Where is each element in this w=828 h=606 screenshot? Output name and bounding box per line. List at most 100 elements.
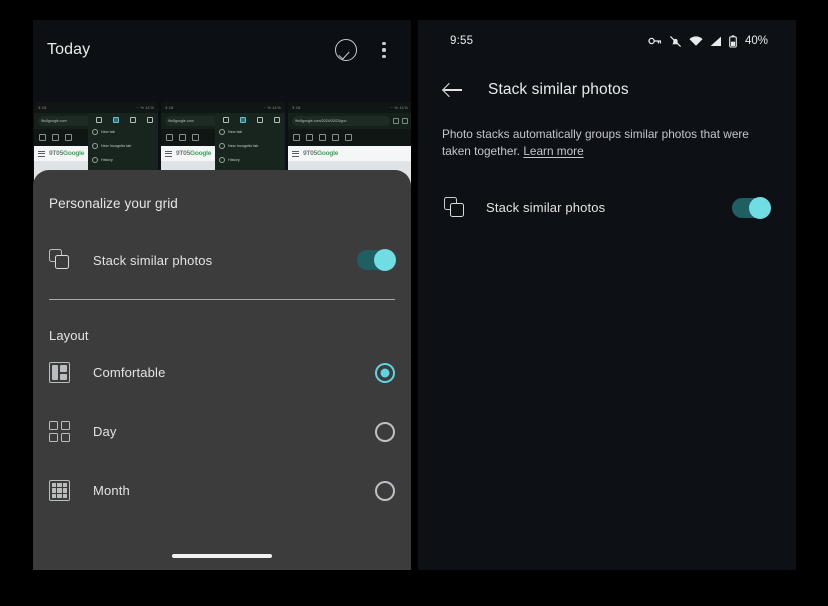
thumb-menu-label: New Incognito tab [228,144,258,148]
thumb-toolbar-icon [39,134,46,141]
thumb-status-time: 3:18 [292,105,301,110]
thumb-menu-toprow [88,113,158,125]
detail-page-title: Stack similar photos [488,81,629,99]
signal-icon [710,36,722,47]
thumb-menu-item: History [88,153,158,167]
thumb-status-bar: 3:18 ~ % 41% [161,102,285,113]
thumb-toolbar-icon [52,134,59,141]
stack-photos-icon [49,249,71,271]
thumb-site-brand: 9T05Google [303,150,338,157]
thumb-menu-info-icon [274,117,280,123]
thumb-menu-item: New tab [215,125,285,139]
history-icon [92,157,98,163]
layout-option-label: Comfortable [93,365,375,380]
thumb-url-pill: 9to5google.com/2024/02/23/goo [292,116,390,126]
thumb-menu-label: History [101,158,113,162]
battery-icon [729,35,737,48]
thumb-status-icons: ~ % 41% [136,105,154,110]
stack-similar-photos-label: Stack similar photos [486,200,732,215]
thumb-status-icons: ~ % 41% [263,105,281,110]
thumb-menu-star-icon [240,117,246,123]
thumb-site-brand: 9T05Google [176,150,211,157]
learn-more-link[interactable]: Learn more [523,144,583,158]
thumb-toolbar-icon [293,134,300,141]
thumb-url-text: 9to5google.com [41,119,67,123]
thumb-status-time: 3:18 [38,105,47,110]
thumb-toolbar-icon [332,134,339,141]
layout-radio-comfortable[interactable] [375,363,395,383]
thumb-menu-info-icon [147,117,153,123]
layout-radio-month[interactable] [375,481,395,501]
status-bar-time: 9:55 [450,35,648,47]
sheet-title: Personalize your grid [47,170,397,211]
photos-app-bar: Today [33,20,411,80]
thumb-toolbar [288,129,411,146]
thumb-status-bar: 3:18 ~ % 41% [34,102,158,113]
status-bar-icons: 40% [648,35,768,48]
thumb-menu-toprow [215,113,285,125]
thumb-menu-item: New Incognito tab [88,139,158,153]
thumb-menu-item: History [215,153,285,167]
row-leading-icon [49,362,93,383]
thumb-toolbar-icon [65,134,72,141]
thumb-new-tab-icon [393,118,399,124]
row-leading-icon [49,421,93,442]
status-bar: 9:55 [418,20,796,62]
incognito-icon [219,143,225,149]
thumb-menu-forward-icon [223,117,229,123]
stack-similar-photos-toggle[interactable] [732,198,770,218]
detail-app-bar: Stack similar photos [418,62,796,118]
thumb-status-icons: ~ % 41% [390,105,408,110]
row-leading-icon [49,480,93,501]
mute-bell-icon [669,35,682,48]
thumb-hamburger-icon [165,151,172,157]
thumb-menu-download-icon [257,117,263,123]
layout-option-day[interactable]: Day [47,402,397,461]
thumb-omnibox: 9to5google.com/2024/02/23/goo [288,113,411,129]
thumb-menu-item: New tab [88,125,158,139]
thumb-page-header: 9T05Google [288,146,411,161]
screenshot-stage: Today 3:18 ~ % 41% 9to5google.com [0,0,828,606]
thumb-tabs-icon [402,118,408,124]
comfortable-layout-icon [49,362,70,383]
thumb-site-brand: 9T05Google [49,150,84,157]
app-bar-actions [335,39,393,61]
thumb-toolbar-icon [179,134,186,141]
stack-similar-photos-toggle[interactable] [357,250,395,270]
vpn-key-icon [648,36,662,46]
layout-option-comfortable[interactable]: Comfortable [47,343,397,402]
stack-similar-photos-row[interactable]: Stack similar photos [47,231,397,289]
detail-description-text: Photo stacks automatically groups simila… [442,127,749,158]
thumb-hamburger-icon [38,151,45,157]
thumb-status-time: 3:18 [165,105,174,110]
battery-percent-label: 40% [745,35,768,47]
check-circle-icon[interactable] [335,39,357,61]
left-phone-screen: Today 3:18 ~ % 41% 9to5google.com [33,20,411,570]
thumb-menu-item: New Incognito tab [215,139,285,153]
personalize-grid-bottom-sheet: Personalize your grid Stack similar phot… [33,170,411,570]
thumb-menu-label: History [228,158,240,162]
page-title: Today [47,41,335,59]
thumb-toolbar-icon [345,134,352,141]
thumb-menu-forward-icon [96,117,102,123]
thumb-url-text: 9to5google.com [168,119,194,123]
day-layout-icon [49,421,70,442]
thumb-hamburger-icon [292,151,299,157]
layout-option-label: Month [93,483,375,498]
new-tab-icon [219,129,225,135]
layout-radio-day[interactable] [375,422,395,442]
thumb-menu-label: New Incognito tab [101,144,131,148]
row-leading-icon [49,249,93,271]
stack-similar-photos-row[interactable]: Stack similar photos [418,180,796,236]
month-layout-icon [49,480,70,501]
kebab-menu-icon[interactable] [375,39,393,61]
home-indicator[interactable] [172,554,272,558]
back-arrow-icon[interactable] [442,79,464,101]
right-phone-screen: 9:55 [418,20,796,570]
thumb-menu-label: New tab [228,130,242,134]
layout-option-month[interactable]: Month [47,461,397,520]
stack-photos-icon [444,197,466,219]
thumb-toolbar-icon [166,134,173,141]
incognito-icon [92,143,98,149]
thumb-menu-label: New tab [101,130,115,134]
